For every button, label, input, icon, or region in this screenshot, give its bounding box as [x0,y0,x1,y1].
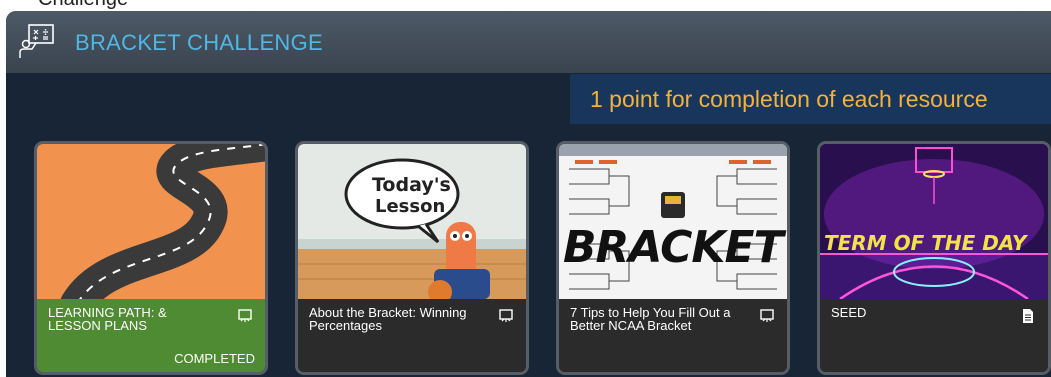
section-header: BRACKET CHALLENGE [6,11,1051,73]
card-title: 7 Tips to Help You Fill Out a Better NCA… [570,305,731,333]
card-thumbnail: TERM OF THE DAY [820,144,1048,299]
presentation-icon [499,309,513,322]
completed-status: COMPLETED [174,351,255,366]
resource-card-about-bracket[interactable]: Today's Lesson About the Bracket: Winnin… [295,141,529,375]
winding-road-image [37,144,265,299]
image-caption-line-1: Today's [372,174,451,196]
document-icon [1023,309,1033,323]
bracket-challenge-panel: BRACKET CHALLENGE 1 point for completion… [6,11,1051,377]
neon-court-image [820,144,1048,299]
points-banner: 1 point for completion of each resource [570,74,1051,124]
banner-text: 1 point for completion of each resource [590,86,988,112]
card-thumbnail: BRACKET [559,144,787,299]
lesson-math-icon [19,24,54,58]
page-title: BRACKET CHALLENGE [75,30,323,55]
todays-lesson-image [298,144,526,299]
presentation-icon [760,309,774,322]
card-footer: SEED [820,299,1048,372]
card-thumbnail [37,144,265,299]
card-footer: LEARNING PATH: & LESSON PLANS COMPLETED [37,299,265,372]
resource-card-7-tips[interactable]: BRACKET 7 Tips to Help You Fill Out a Be… [556,141,790,375]
resource-card-learning-path[interactable]: LEARNING PATH: & LESSON PLANS COMPLETED [34,141,268,375]
card-title: LEARNING PATH: & LESSON PLANS [48,305,167,333]
card-thumbnail: Today's Lesson [298,144,526,299]
card-footer: About the Bracket: Winning Percentages [298,299,526,372]
image-caption-line-2: Lesson [375,196,446,217]
resource-card-seed[interactable]: TERM OF THE DAY SEED [817,141,1051,375]
image-caption-bracket: BRACKET [563,222,784,273]
cropped-top-text: Challenge [38,0,128,11]
card-title: About the Bracket: Winning Percentages [309,305,467,333]
image-caption-term-of-the-day: TERM OF THE DAY [824,231,1027,255]
presentation-icon [238,309,252,322]
card-footer: 7 Tips to Help You Fill Out a Better NCA… [559,299,787,372]
card-title: SEED [831,305,867,320]
